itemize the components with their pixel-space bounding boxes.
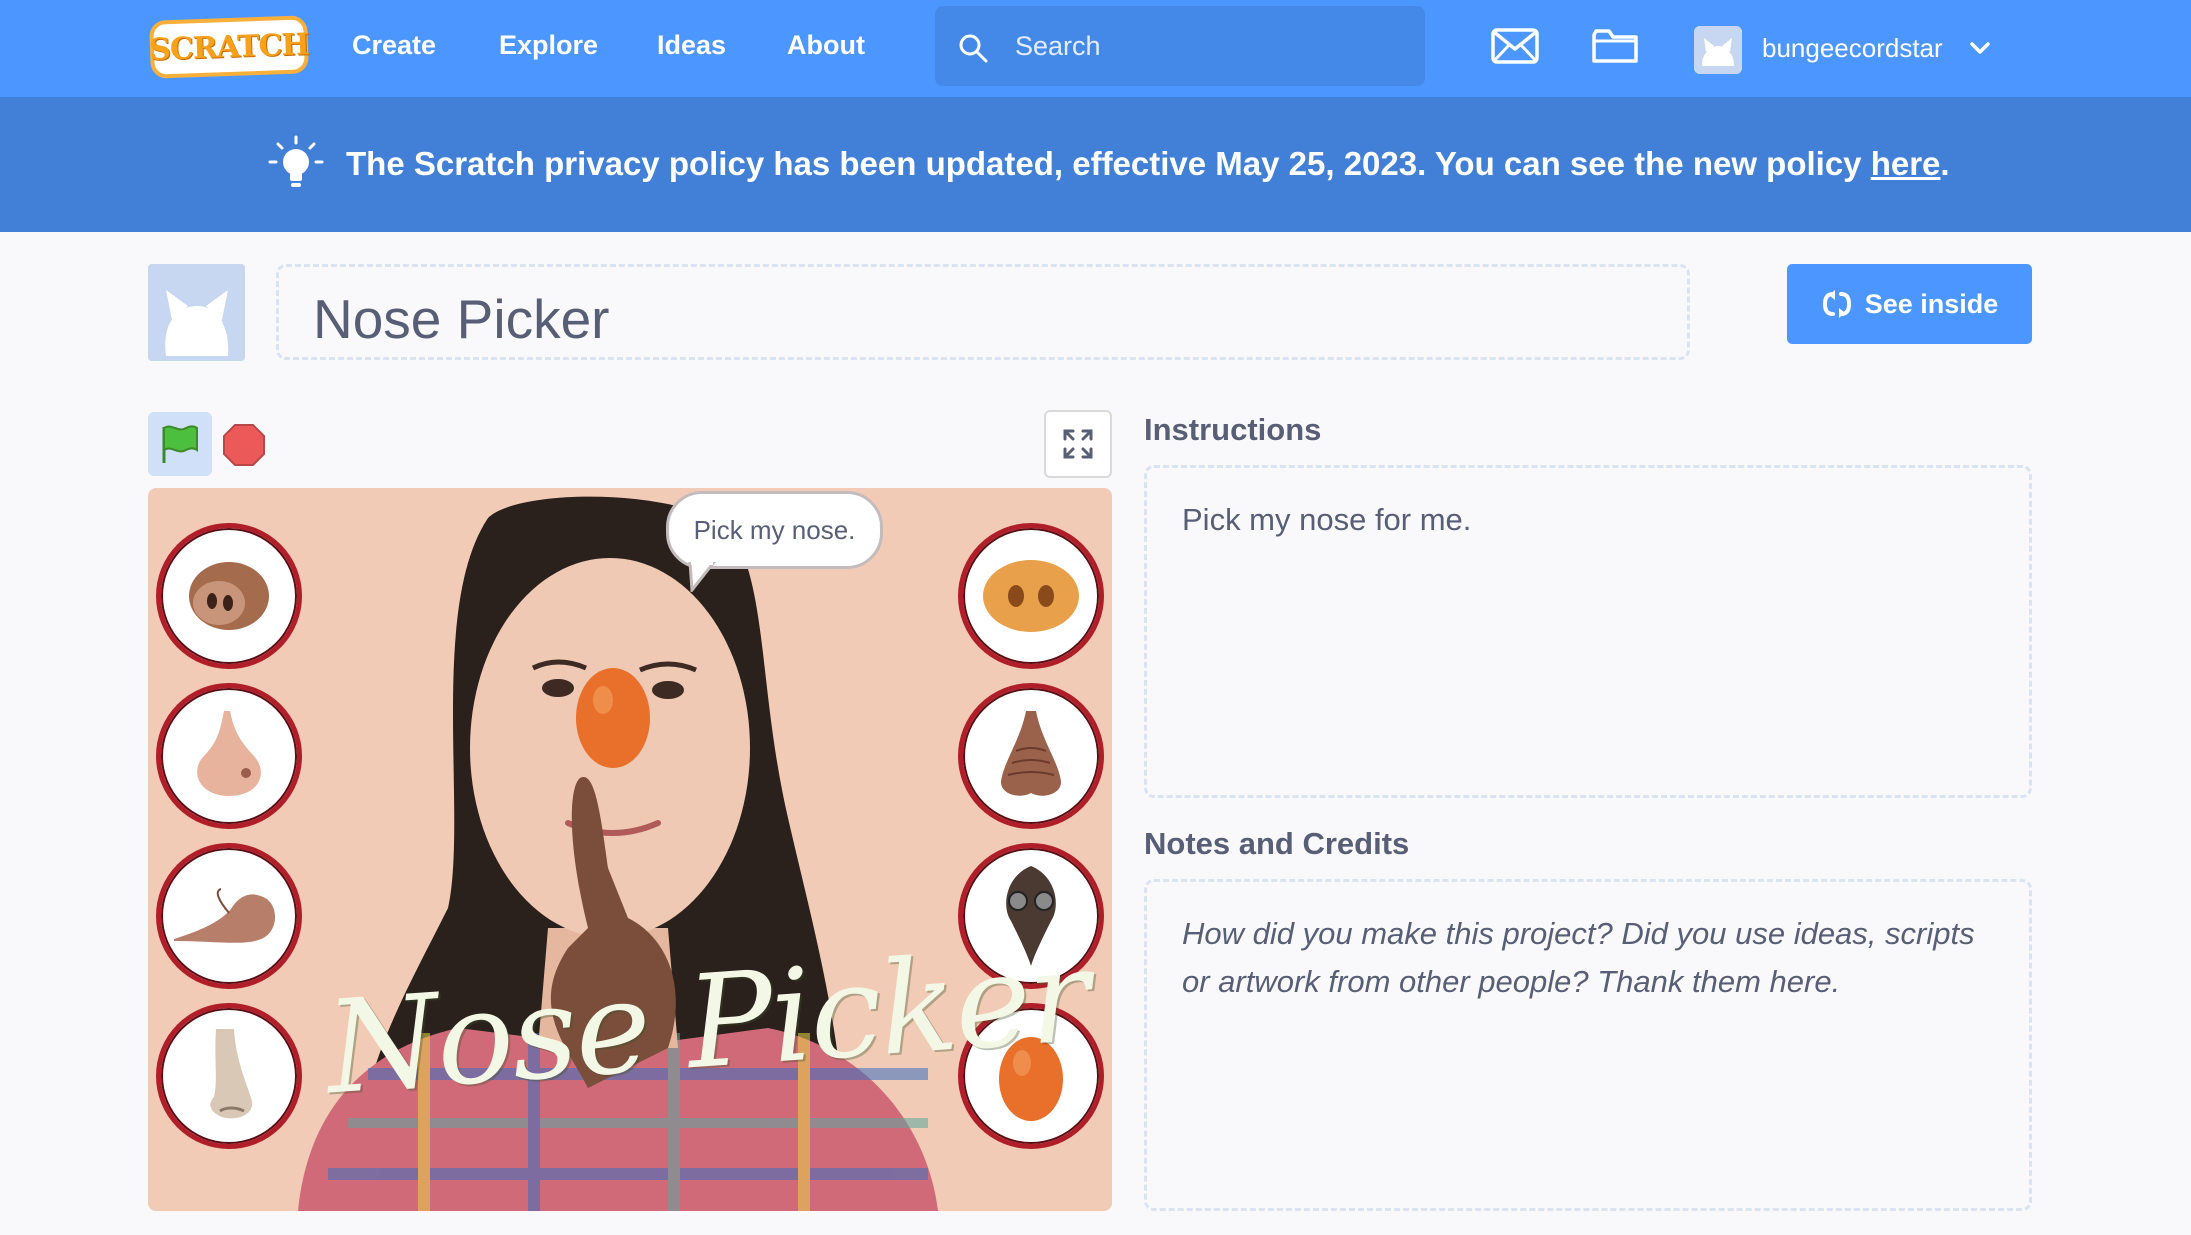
instructions-text: Pick my nose for me. <box>1182 502 1472 537</box>
cat-avatar-icon <box>1694 26 1742 74</box>
user-avatar[interactable] <box>1694 26 1742 74</box>
search-box <box>935 6 1425 86</box>
green-flag-icon <box>162 425 198 463</box>
speech-bubble-tail <box>688 562 716 592</box>
banner-message: The Scratch privacy policy has been upda… <box>346 145 1950 183</box>
pig-nose-icon <box>189 562 269 630</box>
project-title-field[interactable]: Nose Picker <box>276 264 1690 360</box>
see-inside-label: See inside <box>1864 288 1999 319</box>
green-flag-button[interactable] <box>148 412 212 476</box>
messages-button[interactable] <box>1490 24 1540 68</box>
speech-bubble: Pick my nose. <box>666 491 883 569</box>
bulb-nose-icon <box>197 711 261 796</box>
logo-text: SCRATCH <box>148 26 310 68</box>
notes-label: Notes and Credits <box>1144 826 1410 861</box>
remix-icon <box>1822 290 1851 318</box>
nav-ideas[interactable]: Ideas <box>657 30 726 61</box>
search-icon <box>959 34 988 63</box>
search-input[interactable] <box>1015 26 1395 66</box>
scratch-logo[interactable]: SCRATCH <box>148 15 310 79</box>
nose-option-wrinkled[interactable] <box>958 683 1104 829</box>
project-title: Nose Picker <box>313 288 610 350</box>
fullscreen-button[interactable] <box>1044 410 1112 478</box>
wrinkled-nose-icon <box>1000 711 1062 796</box>
nav-about[interactable]: About <box>787 30 865 61</box>
privacy-policy-link[interactable]: here <box>1871 145 1941 182</box>
notes-placeholder: How did you make this project? Did you u… <box>1182 916 1975 999</box>
cat-avatar-icon <box>148 264 245 361</box>
nav-explore[interactable]: Explore <box>499 30 598 61</box>
username[interactable]: bungeecordstar <box>1762 33 1943 64</box>
banner-text: The Scratch privacy policy has been upda… <box>346 145 1871 182</box>
project-author-avatar[interactable] <box>148 264 245 361</box>
nose-option-statue[interactable] <box>156 1003 302 1149</box>
fullscreen-icon <box>1063 429 1093 459</box>
nav-create[interactable]: Create <box>352 30 436 61</box>
banner-end: . <box>1940 145 1950 182</box>
see-inside-button[interactable]: See inside <box>1787 264 2032 344</box>
mail-icon <box>1491 28 1539 64</box>
nose-option-pig[interactable] <box>156 523 302 669</box>
instructions-field[interactable]: Pick my nose for me. <box>1144 465 2032 798</box>
stop-icon[interactable] <box>222 423 266 467</box>
notes-field[interactable]: How did you make this project? Did you u… <box>1144 879 2032 1211</box>
long-nose-icon <box>174 888 276 943</box>
speech-bubble-text: Pick my nose. <box>693 514 856 545</box>
nose-option-snout[interactable] <box>958 523 1104 669</box>
instructions-label: Instructions <box>1144 412 1322 447</box>
project-stage[interactable]: Pick my nose. Nose Picker <box>148 488 1112 1211</box>
top-nav: SCRATCH Create Explore Ideas About Searc… <box>0 0 2191 97</box>
nose-option-long[interactable] <box>156 843 302 989</box>
my-stuff-button[interactable] <box>1590 24 1640 68</box>
statue-nose-icon <box>210 1029 253 1119</box>
nose-option-bulb[interactable] <box>156 683 302 829</box>
folder-icon <box>1592 29 1638 63</box>
chevron-down-icon[interactable] <box>1968 36 1992 60</box>
snout-nose-icon <box>983 560 1079 632</box>
lightbulb-icon <box>268 135 324 187</box>
privacy-banner: The Scratch privacy policy has been upda… <box>0 97 2191 232</box>
